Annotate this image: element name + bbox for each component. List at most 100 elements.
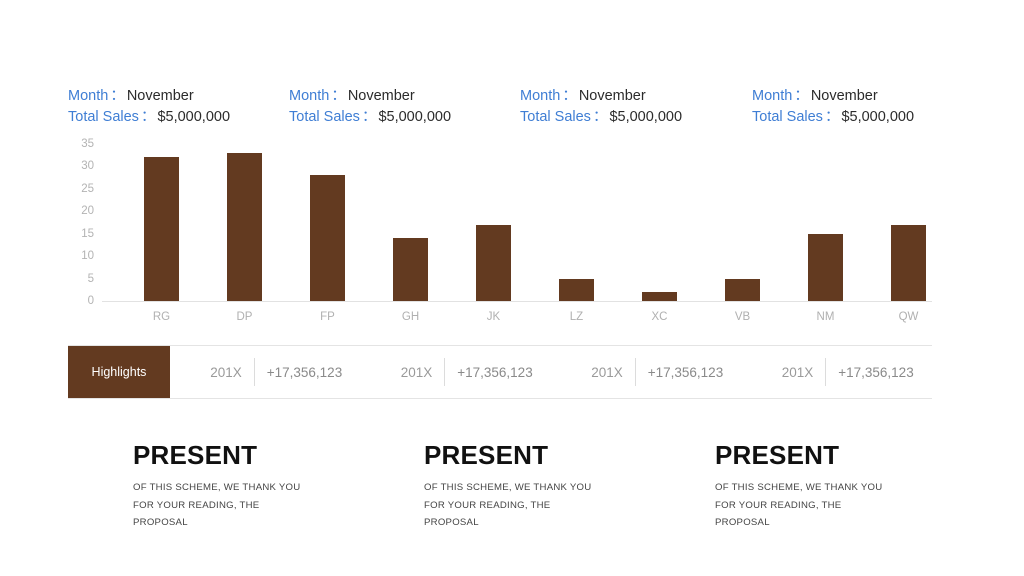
month-label: Month (289, 88, 330, 104)
total-sales-value: $5,000,000 (157, 109, 231, 125)
x-axis-tick: XC (651, 311, 668, 323)
present-body-line: FOR YOUR READING, THE (424, 499, 551, 511)
total-sales-value: $5,000,000 (378, 109, 452, 125)
highlights-badge[interactable]: Highlights (68, 346, 170, 398)
chart-bar[interactable] (476, 224, 511, 301)
summary-sales-line: Total Sales： $5,000,000 (520, 107, 682, 128)
total-sales-label: Total Sales (68, 109, 139, 125)
chart-bar[interactable] (808, 233, 843, 301)
sales-separator: ： (361, 109, 377, 125)
slide-canvas: Month： November Total Sales： $5,000,000 Mo… (0, 0, 1024, 576)
total-sales-label: Total Sales (752, 109, 823, 125)
summary-block: Month： November Total Sales： $5,000,000 (752, 86, 914, 128)
y-axis-tick: 25 (81, 182, 94, 195)
bar-chart: 0 5 10 15 20 25 30 35 RG DP FP GH JK LZ XC VB NM QW (68, 138, 932, 334)
x-axis-tick: FP (320, 311, 335, 323)
present-body-line: FOR YOUR READING, THE (715, 499, 842, 511)
chart-bar[interactable] (891, 224, 926, 301)
summary-sales-line: Total Sales： $5,000,000 (289, 107, 451, 128)
highlight-item[interactable]: 201X +17,356,123 (361, 346, 552, 398)
y-axis-tick: 5 (87, 272, 94, 285)
summary-month-line: Month： November (520, 86, 682, 107)
chart-plot-area (102, 144, 930, 301)
chart-bar[interactable] (393, 238, 428, 301)
sales-separator: ： (140, 109, 156, 125)
x-axis-tick: DP (236, 311, 253, 323)
present-body-line: PROPOSAL (424, 517, 479, 528)
present-body-line: OF THIS SCHEME, WE THANK YOU (715, 482, 883, 493)
present-body-line: PROPOSAL (133, 517, 188, 528)
x-axis-tick: GH (401, 311, 420, 323)
month-value: November (810, 88, 878, 104)
highlights-rule-bottom (68, 398, 932, 399)
present-row: PRESENT OF THIS SCHEME, WE THANK YOU FOR… (133, 440, 933, 540)
summary-month-line: Month： November (289, 86, 451, 107)
x-axis-tick: LZ (569, 311, 584, 323)
highlight-amount: +17,356,123 (647, 364, 724, 380)
month-label: Month (752, 88, 793, 104)
chart-bar[interactable] (559, 278, 594, 301)
present-title: PRESENT (133, 440, 258, 470)
total-sales-value: $5,000,000 (841, 109, 915, 125)
month-separator: ： (794, 88, 809, 104)
summary-month-line: Month： November (752, 86, 914, 107)
total-sales-value: $5,000,000 (609, 109, 683, 125)
y-axis-tick: 30 (81, 160, 94, 173)
y-axis-tick: 15 (81, 227, 94, 240)
highlights-badge-label: Highlights (91, 365, 147, 379)
month-separator: ： (562, 88, 577, 104)
highlights-bar: Highlights 201X +17,356,123 201X +17,356… (68, 345, 932, 399)
present-body-line: OF THIS SCHEME, WE THANK YOU (424, 482, 592, 493)
chart-y-axis: 0 5 10 15 20 25 30 35 (68, 138, 94, 307)
present-block: PRESENT OF THIS SCHEME, WE THANK YOU FOR… (715, 440, 950, 532)
highlights-items: 201X +17,356,123 201X +17,356,123 201X +… (170, 346, 932, 398)
summary-block: Month： November Total Sales： $5,000,000 (68, 86, 230, 128)
present-body-line: FOR YOUR READING, THE (133, 499, 260, 511)
present-block: PRESENT OF THIS SCHEME, WE THANK YOU FOR… (133, 440, 368, 532)
total-sales-label: Total Sales (289, 109, 360, 125)
sales-separator: ： (592, 109, 608, 125)
chart-x-axis: RG DP FP GH JK LZ XC VB NM QW (102, 310, 932, 332)
chart-bar[interactable] (725, 278, 760, 301)
present-title: PRESENT (715, 440, 840, 470)
x-axis-tick: NM (816, 311, 835, 323)
month-value: November (347, 88, 415, 104)
month-separator: ： (331, 88, 346, 104)
x-axis-tick: JK (486, 311, 501, 323)
highlight-item[interactable]: 201X +17,356,123 (742, 346, 933, 398)
chart-bar[interactable] (642, 292, 677, 301)
y-axis-tick: 0 (87, 295, 94, 307)
chart-bar[interactable] (144, 157, 179, 301)
chart-baseline (102, 301, 932, 302)
month-label: Month (520, 88, 561, 104)
x-axis-tick: QW (898, 311, 919, 323)
x-axis-tick: RG (152, 311, 171, 323)
month-label: Month (68, 88, 109, 104)
month-value: November (126, 88, 194, 104)
highlight-year: 201X (210, 364, 242, 380)
y-axis-tick: 10 (81, 250, 94, 263)
summary-sales-line: Total Sales： $5,000,000 (752, 107, 914, 128)
summary-block: Month： November Total Sales： $5,000,000 (289, 86, 451, 128)
highlight-amount: +17,356,123 (457, 364, 533, 380)
chart-bar[interactable] (310, 175, 345, 301)
highlights-content: Highlights 201X +17,356,123 201X +17,356… (68, 346, 932, 398)
highlight-item[interactable]: 201X +17,356,123 (170, 346, 361, 398)
summary-row: Month： November Total Sales： $5,000,000 Mo… (68, 86, 958, 132)
sales-separator: ： (824, 109, 840, 125)
present-title: PRESENT (424, 440, 549, 470)
chart-bar[interactable] (227, 152, 262, 301)
highlight-amount: +17,356,123 (838, 364, 914, 380)
present-block: PRESENT OF THIS SCHEME, WE THANK YOU FOR… (424, 440, 659, 532)
highlight-item[interactable]: 201X +17,356,123 (551, 346, 742, 398)
summary-month-line: Month： November (68, 86, 230, 107)
highlight-year: 201X (400, 364, 433, 380)
month-value: November (578, 88, 646, 104)
summary-block: Month： November Total Sales： $5,000,000 (520, 86, 682, 128)
highlight-amount: +17,356,123 (266, 364, 343, 380)
x-axis-tick: VB (734, 311, 751, 323)
y-axis-tick: 20 (81, 205, 94, 218)
highlight-year: 201X (781, 364, 814, 380)
y-axis-tick: 35 (81, 138, 94, 150)
present-body-line: PROPOSAL (715, 517, 770, 528)
